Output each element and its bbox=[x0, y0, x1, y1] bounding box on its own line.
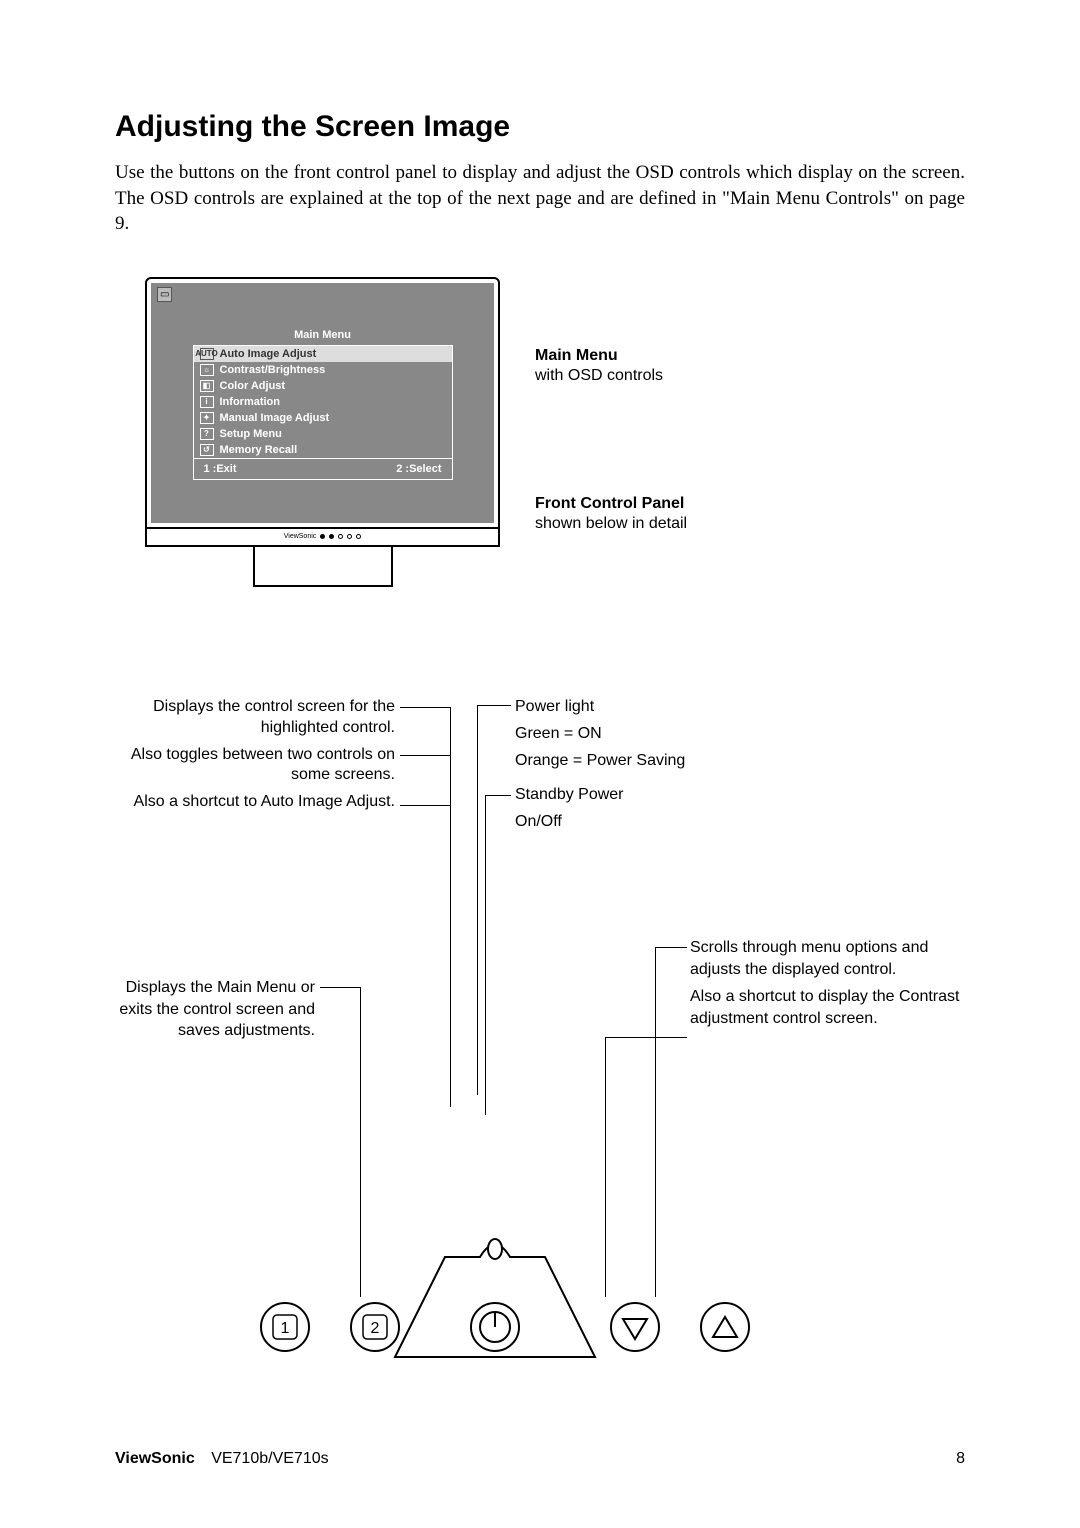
callouts-left: Displays the control screen for the high… bbox=[115, 697, 395, 819]
monitor-bezel: ▭ Main Menu AUTO Auto Image Adjust ☼ Contr… bbox=[145, 277, 500, 529]
callout-auto-shortcut: Also a shortcut to Auto Image Adjust. bbox=[115, 792, 395, 813]
panel-right-callout: Scrolls through menu options and adjusts… bbox=[690, 937, 980, 1035]
callout-orange-saving: Orange = Power Saving bbox=[515, 751, 815, 772]
osd-item-contrast: ☼ Contrast/Brightness bbox=[194, 362, 452, 378]
osd-item-label: Color Adjust bbox=[220, 380, 286, 392]
osd-item-setup: ? Setup Menu bbox=[194, 426, 452, 442]
osd-title: Main Menu bbox=[193, 325, 453, 346]
monitor-stand bbox=[253, 547, 393, 587]
panel-dot-o bbox=[338, 534, 343, 539]
side-main-title: Main Menu bbox=[535, 347, 687, 365]
monitor-frame: ▭ Main Menu AUTO Auto Image Adjust ☼ Contr… bbox=[145, 277, 500, 587]
osd-item-label: Contrast/Brightness bbox=[220, 364, 326, 376]
osd-item-label: Information bbox=[220, 396, 281, 408]
led-indicator bbox=[488, 1239, 502, 1259]
callout-standby: Standby Power bbox=[515, 785, 815, 806]
front-panel-svg: 1 2 bbox=[235, 1227, 875, 1367]
callout-toggle: Also toggles between two controls on som… bbox=[115, 745, 395, 787]
callout-control-screen: Displays the control screen for the high… bbox=[115, 697, 395, 739]
callout-main-menu-exit: Displays the Main Menu or exits the cont… bbox=[119, 979, 315, 1039]
intro-paragraph: Use the buttons on the front control pan… bbox=[115, 160, 965, 237]
page-heading: Adjusting the Screen Image bbox=[115, 110, 965, 144]
monitor-screen: ▭ Main Menu AUTO Auto Image Adjust ☼ Contr… bbox=[151, 283, 494, 523]
osd-item-info: i Information bbox=[194, 394, 452, 410]
osd-menu: Main Menu AUTO Auto Image Adjust ☼ Contras… bbox=[193, 325, 453, 480]
leader-line bbox=[477, 705, 511, 706]
osd-icon-setup: ? bbox=[200, 428, 214, 440]
button-2-label: 2 bbox=[371, 1320, 380, 1337]
panel-dot-o bbox=[347, 534, 352, 539]
monitor-control-strip: ViewSonic bbox=[145, 529, 500, 547]
leader-line bbox=[320, 987, 360, 988]
footer-model: VE710b/VE710s bbox=[211, 1450, 328, 1467]
page-footer: ViewSonic VE710b/VE710s 8 bbox=[115, 1450, 965, 1468]
panel-diagram: Displays the Main Menu or exits the cont… bbox=[115, 947, 965, 1367]
footer-brand: ViewSonic bbox=[115, 1450, 195, 1467]
osd-body: AUTO Auto Image Adjust ☼ Contrast/Brightne… bbox=[193, 346, 453, 480]
side-main-sub: with OSD controls bbox=[535, 367, 687, 385]
monitor-illustration: ▭ Main Menu AUTO Auto Image Adjust ☼ Contr… bbox=[115, 277, 965, 587]
button-1-label: 1 bbox=[281, 1320, 290, 1337]
stand-brand: ViewSonic bbox=[284, 533, 317, 540]
leader-line bbox=[400, 707, 450, 708]
osd-icon-manual: ✦ bbox=[200, 412, 214, 424]
osd-item-label: Auto Image Adjust bbox=[220, 348, 317, 360]
leader-line bbox=[400, 755, 450, 756]
osd-icon-info: i bbox=[200, 396, 214, 408]
callout-scroll: Scrolls through menu options and adjusts… bbox=[690, 937, 980, 980]
osd-item-label: Memory Recall bbox=[220, 444, 298, 456]
leader-line bbox=[485, 795, 511, 796]
callout-onoff: On/Off bbox=[515, 812, 815, 833]
panel-left-callout: Displays the Main Menu or exits the cont… bbox=[115, 977, 315, 1042]
side-panel-sub: shown below in detail bbox=[535, 515, 687, 533]
osd-footer-exit: 1 :Exit bbox=[204, 463, 237, 475]
osd-item-memory: ↺ Memory Recall bbox=[194, 442, 452, 458]
osd-footer: 1 :Exit 2 :Select bbox=[194, 458, 452, 479]
panel-dot bbox=[329, 534, 334, 539]
footer-left: ViewSonic VE710b/VE710s bbox=[115, 1450, 329, 1468]
osd-item-auto-image: AUTO Auto Image Adjust bbox=[194, 346, 452, 362]
osd-item-label: Setup Menu bbox=[220, 428, 282, 440]
osd-icon-brightness: ☼ bbox=[200, 364, 214, 376]
leader-line bbox=[655, 947, 687, 948]
corner-icon: ▭ bbox=[157, 287, 172, 302]
osd-item-manual: ✦ Manual Image Adjust bbox=[194, 410, 452, 426]
osd-icon-color: ◧ bbox=[200, 380, 214, 392]
osd-item-color: ◧ Color Adjust bbox=[194, 378, 452, 394]
panel-dot bbox=[320, 534, 325, 539]
side-front-panel: Front Control Panel shown below in detai… bbox=[535, 495, 687, 533]
side-labels: Main Menu with OSD controls Front Contro… bbox=[535, 347, 687, 533]
side-panel-title: Front Control Panel bbox=[535, 495, 687, 513]
osd-icon-auto: AUTO bbox=[200, 348, 214, 360]
callouts-section: Displays the control screen for the high… bbox=[115, 697, 965, 917]
callout-green-on: Green = ON bbox=[515, 724, 815, 745]
leader-line bbox=[605, 1037, 687, 1038]
callouts-right: Power light Green = ON Orange = Power Sa… bbox=[515, 697, 815, 839]
panel-dot-o bbox=[356, 534, 361, 539]
side-main-menu: Main Menu with OSD controls bbox=[535, 347, 687, 385]
osd-footer-select: 2 :Select bbox=[396, 463, 441, 475]
leader-line bbox=[400, 805, 450, 806]
callout-contrast-shortcut: Also a shortcut to display the Contrast … bbox=[690, 986, 980, 1029]
callout-power-light: Power light bbox=[515, 697, 815, 718]
osd-icon-memory: ↺ bbox=[200, 444, 214, 456]
footer-page-number: 8 bbox=[956, 1450, 965, 1468]
osd-item-label: Manual Image Adjust bbox=[220, 412, 330, 424]
